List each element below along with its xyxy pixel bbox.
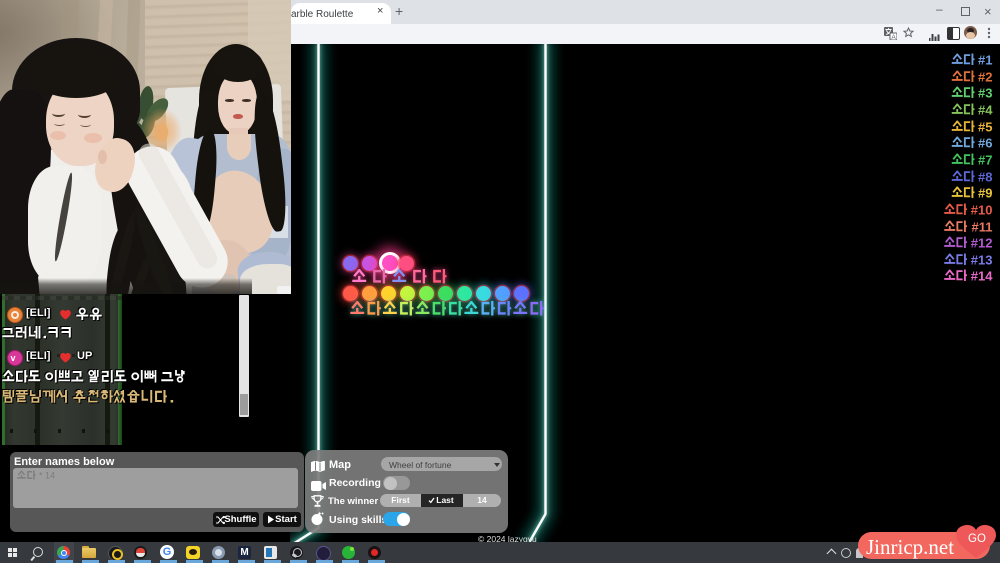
svg-text:A: A — [891, 34, 896, 40]
svg-text:#14: #14 — [971, 269, 993, 284]
svg-text:#5: #5 — [978, 119, 992, 134]
svg-text:#6: #6 — [978, 136, 992, 151]
svg-text:* 14: * 14 — [39, 471, 55, 481]
svg-text:#4: #4 — [978, 102, 993, 117]
svg-text:#12: #12 — [971, 236, 993, 251]
svg-text:#1: #1 — [978, 53, 992, 68]
svg-text:#3: #3 — [978, 86, 992, 101]
svg-text:#7: #7 — [978, 152, 992, 167]
svg-text:#11: #11 — [972, 219, 993, 234]
svg-text:#8: #8 — [978, 169, 992, 184]
svg-text:#9: #9 — [978, 186, 992, 201]
svg-text:#2: #2 — [978, 69, 992, 84]
svg-text:#10: #10 — [971, 202, 993, 217]
svg-text:GO: GO — [968, 533, 986, 545]
svg-text:#13: #13 — [971, 252, 993, 267]
